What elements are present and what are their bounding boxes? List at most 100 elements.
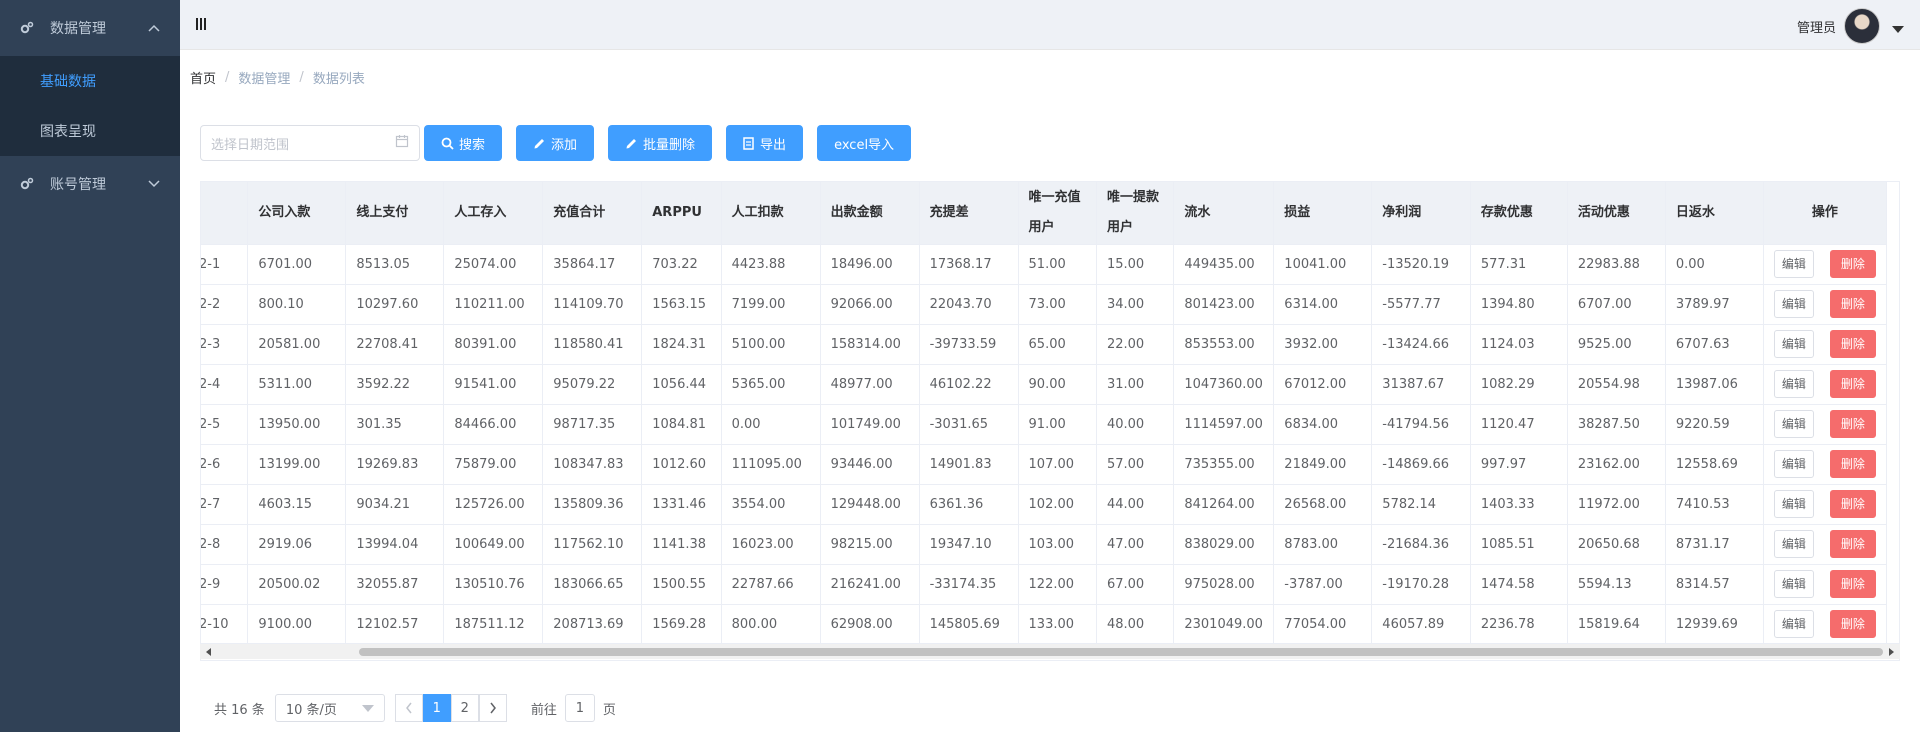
table-cell: 6701.00 xyxy=(247,244,347,285)
table-cell: 23162.00 xyxy=(1567,444,1666,485)
table-cell: 129448.00 xyxy=(820,484,920,525)
table-cell: 20581.00 xyxy=(247,324,347,365)
table-cell: 7199.00 xyxy=(721,284,821,325)
table-header-row: 公司入款 线上支付 人工存入 充值合计 ARPPU 人工扣款 出款金额 充提差 唯一充值用户 唯一… xyxy=(201,182,1888,245)
table-cell: 8513.05 xyxy=(345,244,445,285)
breadcrumb-home[interactable]: 首页 xyxy=(190,68,216,87)
edit-button[interactable]: 编辑 xyxy=(1773,330,1814,358)
table-cell: 73.00 xyxy=(1018,284,1097,325)
delete-button[interactable]: 删除 xyxy=(1829,570,1876,598)
delete-button[interactable]: 删除 xyxy=(1829,450,1876,478)
table-cell: 2-2 xyxy=(201,284,249,325)
edit-button[interactable]: 编辑 xyxy=(1773,290,1814,318)
delete-button[interactable]: 删除 xyxy=(1829,330,1876,358)
page-size-select[interactable]: 10 条/页 xyxy=(274,694,385,722)
table-cell: 1085.51 xyxy=(1470,524,1568,565)
page-button-1[interactable]: 1 xyxy=(422,694,451,722)
scrollbar-thumb[interactable] xyxy=(359,648,1883,656)
table-row: 2-5 13950.00 301.35 84466.00 98717.35 1084.81… xyxy=(201,404,1888,445)
menu-label: 数据管理 xyxy=(50,21,106,37)
horizontal-scrollbar[interactable] xyxy=(200,643,1900,659)
table-cell: -33174.35 xyxy=(919,564,1019,605)
table-row: 2-7 4603.15 9034.21 125726.00 135809.36 1331.… xyxy=(201,484,1888,525)
excel-import-button[interactable]: excel导入 xyxy=(817,125,912,161)
row-actions: 编辑 删除 xyxy=(1763,324,1888,365)
column-header: 存款优惠 xyxy=(1470,182,1568,245)
menu-account-management[interactable]: 账号管理 xyxy=(0,156,180,212)
user-menu[interactable]: 管理员 xyxy=(1797,8,1904,44)
column-header: 唯一提款用户 xyxy=(1096,182,1175,245)
delete-button[interactable]: 删除 xyxy=(1829,250,1876,278)
table-cell: 6707.63 xyxy=(1665,324,1764,365)
date-range-input[interactable]: 选择日期范围 xyxy=(200,125,420,161)
table-cell: 19269.83 xyxy=(345,444,445,485)
row-actions: 编辑 删除 xyxy=(1763,444,1888,485)
delete-button[interactable]: 删除 xyxy=(1829,610,1876,638)
add-button[interactable]: 添加 xyxy=(516,125,595,161)
table-cell: 125726.00 xyxy=(443,484,544,525)
table-cell: 1114597.00 xyxy=(1173,404,1275,445)
delete-button[interactable]: 删除 xyxy=(1829,530,1876,558)
batch-delete-button[interactable]: 批量删除 xyxy=(608,125,713,161)
search-button[interactable]: 搜索 xyxy=(424,125,503,161)
data-table: 公司入款 线上支付 人工存入 充值合计 ARPPU 人工扣款 出款金额 充提差 唯一充值用户 唯一… xyxy=(201,182,1888,645)
menu-data-management[interactable]: 数据管理 xyxy=(0,0,180,56)
hamburger-icon[interactable] xyxy=(196,18,208,32)
table-cell: 2-6 xyxy=(201,444,249,485)
edit-button[interactable]: 编辑 xyxy=(1773,570,1814,598)
table-cell: -14869.66 xyxy=(1371,444,1471,485)
table-cell: 1012.60 xyxy=(641,444,722,485)
prev-page-button[interactable] xyxy=(394,694,423,722)
edit-button[interactable]: 编辑 xyxy=(1773,450,1814,478)
edit-button[interactable]: 编辑 xyxy=(1773,610,1814,638)
table-cell: 13950.00 xyxy=(247,404,347,445)
table-cell: 1331.46 xyxy=(641,484,722,525)
table-cell: -13424.66 xyxy=(1371,324,1471,365)
table-row: 2-6 13199.00 19269.83 75879.00 108347.83 1012… xyxy=(201,444,1888,485)
table-cell: 6314.00 xyxy=(1273,284,1373,325)
table-cell: 5365.00 xyxy=(721,364,821,405)
edit-button[interactable]: 编辑 xyxy=(1773,250,1814,278)
avatar[interactable] xyxy=(1844,8,1880,44)
caret-down-icon[interactable] xyxy=(1892,25,1904,33)
delete-button[interactable]: 删除 xyxy=(1829,490,1876,518)
edit-button[interactable]: 编辑 xyxy=(1773,530,1814,558)
table-cell: 2-8 xyxy=(201,524,249,565)
table-cell: -3031.65 xyxy=(919,404,1019,445)
edit-button[interactable]: 编辑 xyxy=(1773,490,1814,518)
edit-button[interactable]: 编辑 xyxy=(1773,410,1814,438)
edit-button[interactable]: 编辑 xyxy=(1773,370,1814,398)
delete-button[interactable]: 删除 xyxy=(1829,290,1876,318)
caret-down-icon xyxy=(361,704,374,712)
username: 管理员 xyxy=(1796,20,1836,36)
sidebar-item-charts[interactable]: 图表呈现 xyxy=(0,106,180,156)
breadcrumb: 首页 / 数据管理 / 数据列表 xyxy=(190,68,365,87)
table-cell: 65.00 xyxy=(1018,324,1097,365)
delete-button[interactable]: 删除 xyxy=(1829,410,1876,438)
table-cell: 22983.88 xyxy=(1567,244,1666,285)
goto-page-input[interactable] xyxy=(564,694,595,722)
column-header: ARPPU xyxy=(641,182,722,245)
scroll-right-icon[interactable] xyxy=(1889,648,1894,656)
table-cell: 91.00 xyxy=(1018,404,1097,445)
column-header: 损益 xyxy=(1273,182,1373,245)
sidebar-item-basic-data[interactable]: 基础数据 xyxy=(0,56,180,106)
chevron-down-icon xyxy=(148,180,160,188)
table-cell: 114109.70 xyxy=(542,284,643,325)
table-cell: 34.00 xyxy=(1096,284,1175,325)
table-cell: 48.00 xyxy=(1096,604,1175,645)
scroll-left-icon[interactable] xyxy=(206,648,211,656)
export-button[interactable]: 导出 xyxy=(726,125,804,161)
delete-button[interactable]: 删除 xyxy=(1829,370,1876,398)
table-cell: 2236.78 xyxy=(1470,604,1568,645)
table-row: 2-10 9100.00 12102.57 187511.12 208713.69 156… xyxy=(201,604,1888,645)
goto-suffix: 页 xyxy=(602,702,616,718)
table-cell: 577.31 xyxy=(1470,244,1568,285)
chevron-right-icon xyxy=(490,702,496,714)
table-cell: 8783.00 xyxy=(1273,524,1373,565)
table-cell: 101749.00 xyxy=(820,404,920,445)
next-page-button[interactable] xyxy=(478,694,507,722)
column-header: 净利润 xyxy=(1371,182,1471,245)
page-button-2[interactable]: 2 xyxy=(450,694,479,722)
table-cell: 77054.00 xyxy=(1273,604,1373,645)
